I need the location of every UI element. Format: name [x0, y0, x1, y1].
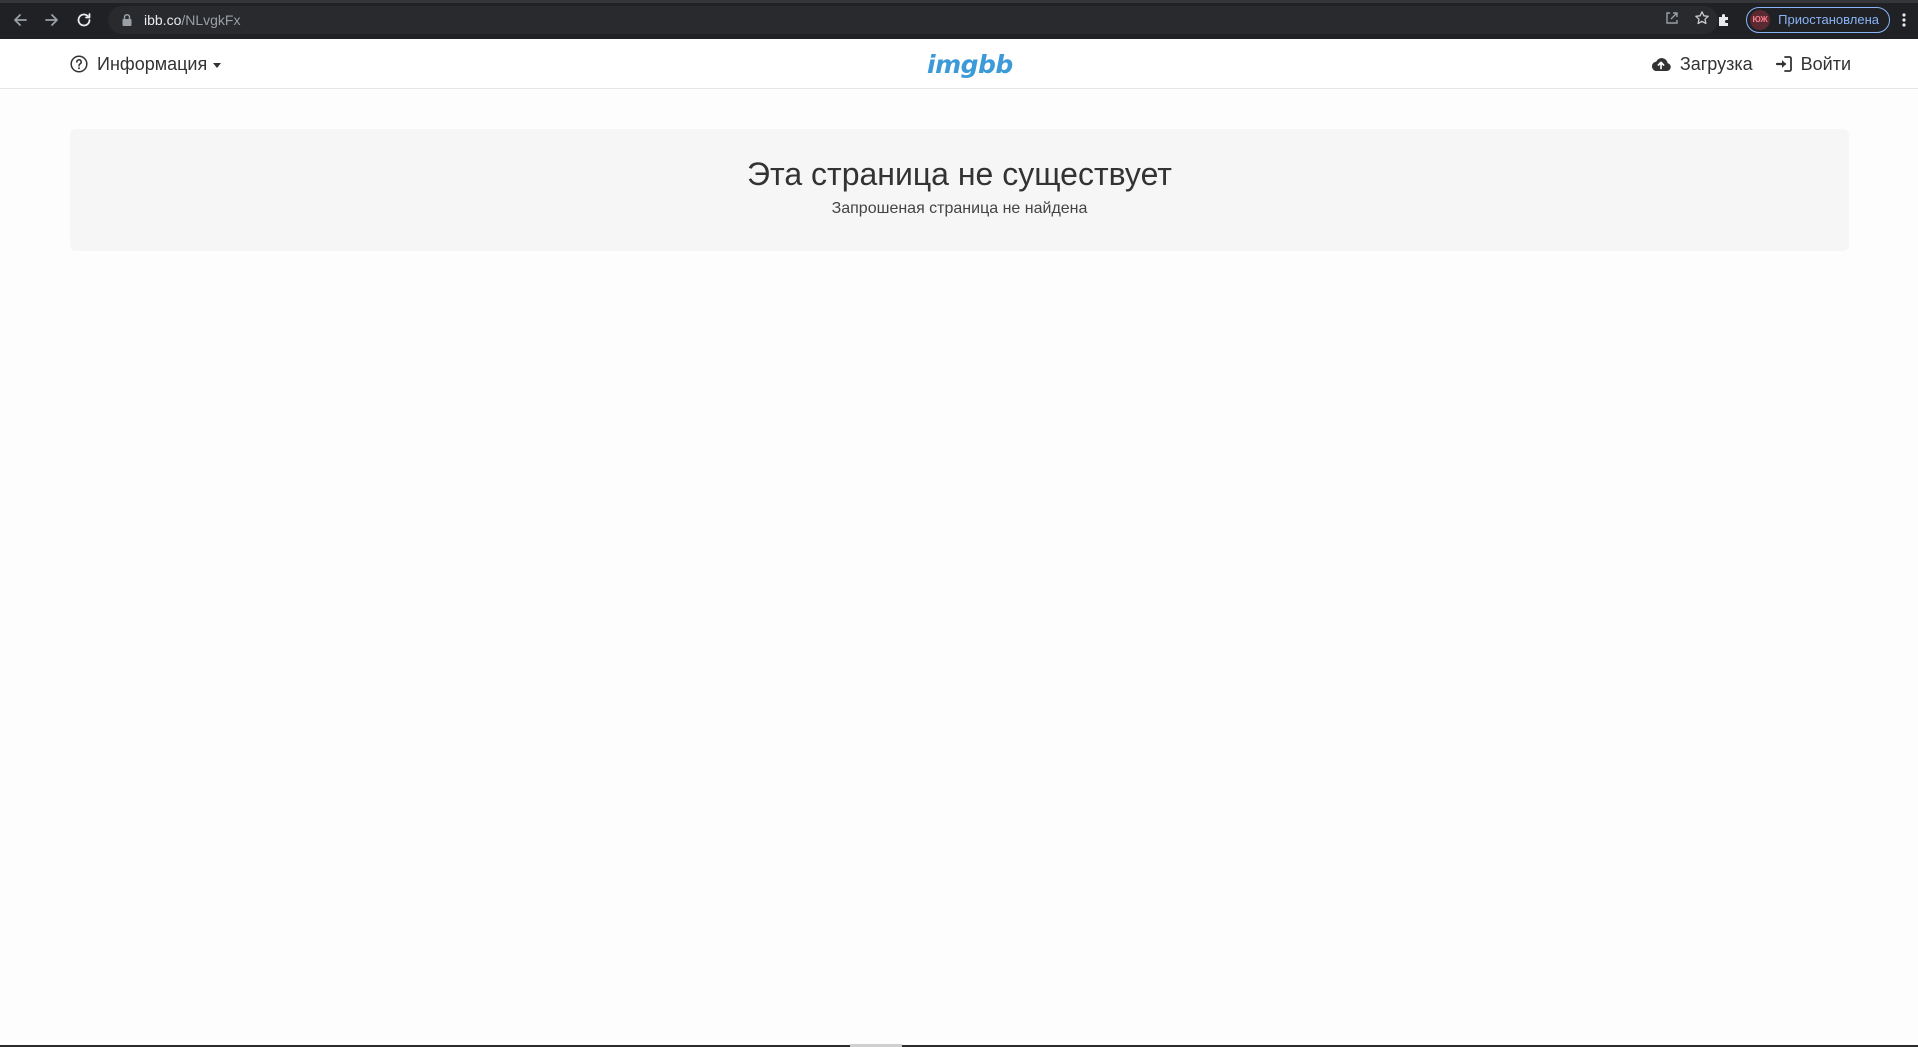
url-host: ibb.co	[144, 12, 182, 28]
back-button[interactable]	[4, 4, 36, 36]
back-icon	[14, 13, 27, 26]
profile-button[interactable]: ЮЖ Приостановлена	[1746, 6, 1890, 33]
site-logo[interactable]: imgbb	[927, 39, 1013, 89]
page-title: Эта страница не существует	[747, 156, 1172, 192]
forward-button[interactable]	[36, 4, 68, 36]
lock-icon[interactable]	[120, 13, 134, 27]
chevron-down-icon	[213, 62, 222, 68]
page-subtitle: Запрошеная страница не найдена	[831, 200, 1088, 217]
cloud-upload-icon	[1651, 58, 1671, 71]
not-found-notice: Эта страница не существует Запрошеная ст…	[70, 129, 1849, 251]
login-button[interactable]: Войти	[1775, 54, 1851, 75]
forward-icon	[45, 13, 58, 26]
profile-label: Приостановлена	[1778, 12, 1879, 27]
info-menu-label: Информация	[97, 53, 208, 74]
login-label: Войти	[1800, 53, 1851, 74]
site-header: Информация imgbb Загрузка Войти	[0, 39, 1918, 89]
upload-label: Загрузка	[1679, 53, 1753, 74]
reload-icon	[77, 12, 91, 26]
help-circle-icon	[70, 55, 88, 73]
info-menu[interactable]: Информация	[70, 39, 222, 89]
sign-in-icon	[1775, 56, 1792, 72]
address-bar[interactable]: ibb.co/NLvgkFx	[108, 6, 1718, 34]
extensions-icon[interactable]	[1708, 4, 1740, 36]
share-icon[interactable]	[1664, 10, 1680, 31]
browser-toolbar: ibb.co/NLvgkFx ЮЖ Приостановлена	[0, 0, 1918, 39]
tab-strip-edge	[0, 0, 1918, 3]
upload-button[interactable]: Загрузка	[1650, 54, 1753, 75]
profile-avatar: ЮЖ	[1750, 9, 1771, 30]
url-text[interactable]: ibb.co/NLvgkFx	[144, 12, 240, 28]
url-path: /NLvgkFx	[181, 12, 241, 28]
menu-icon[interactable]	[1890, 4, 1918, 36]
reload-button[interactable]	[68, 4, 100, 36]
